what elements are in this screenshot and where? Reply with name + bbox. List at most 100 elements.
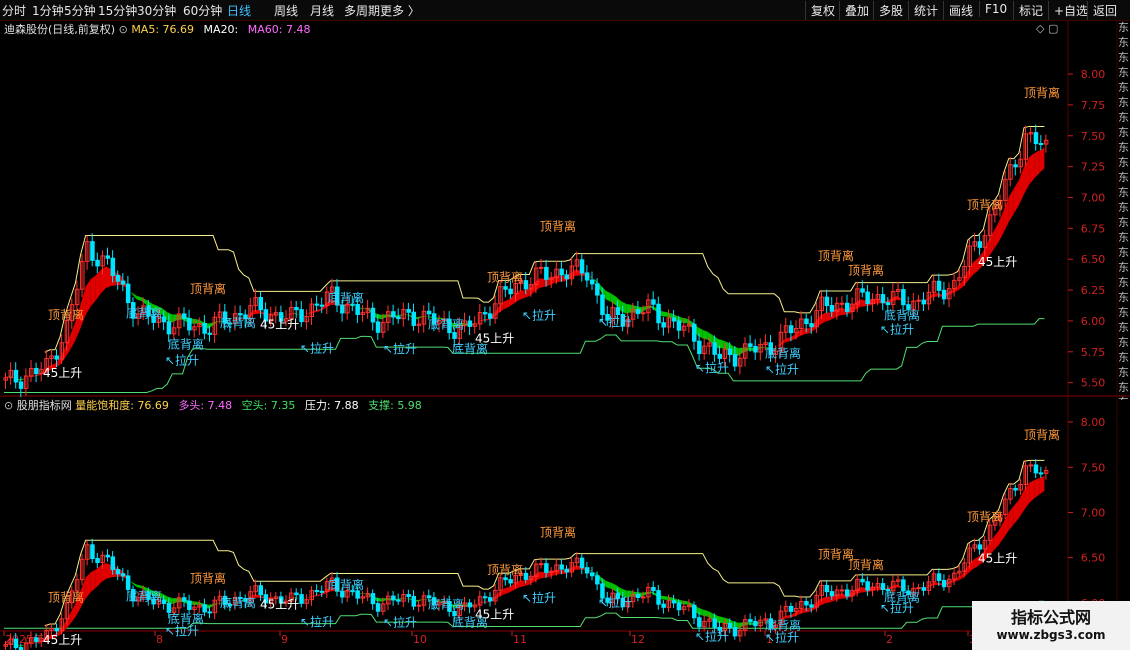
indicator-candle-body xyxy=(105,554,110,558)
main-trend-band xyxy=(304,312,310,316)
main-trend-band xyxy=(779,339,785,346)
indicator-trend-band xyxy=(381,598,387,602)
main-candle-body xyxy=(503,286,508,290)
indicator-trend-band xyxy=(570,565,576,573)
main-trend-band xyxy=(758,346,764,350)
main-trend-band xyxy=(651,305,657,312)
indicator-top-divergence-label: 顶背离 xyxy=(1024,427,1060,442)
indicator-candle-body xyxy=(370,593,376,605)
indicator-trend-band xyxy=(478,601,484,604)
indicator-trend-band xyxy=(738,622,744,629)
main-trend-band xyxy=(406,314,412,318)
indicator-candle-body xyxy=(829,591,835,597)
indicator-candle-body xyxy=(753,621,758,627)
main-candle-body xyxy=(671,317,677,322)
main-trend-band xyxy=(993,222,999,250)
main-trend-band xyxy=(85,279,91,315)
main-trend-band xyxy=(100,266,106,294)
indicator-trend-band xyxy=(707,610,713,620)
indicator-candle-body xyxy=(115,569,121,575)
indicator-rise45-label: 45上升 xyxy=(260,597,299,611)
kline-chart[interactable]: 8.00 7.75 7.50 7.25 7.00 6.75 6.50 6.25 6.00 5.75… xyxy=(0,0,1130,650)
main-candle-body xyxy=(238,313,243,316)
main-candle-body xyxy=(202,323,207,334)
main-candle-body xyxy=(319,304,325,307)
main-candle-body xyxy=(544,266,549,280)
date-label: 9 xyxy=(281,633,288,646)
indicator-trend-band xyxy=(100,562,106,583)
main-candle-body xyxy=(901,289,906,306)
indicator-trend-band xyxy=(758,621,764,624)
indicator-trend-band xyxy=(891,584,897,589)
indicator-candle-body xyxy=(916,587,921,590)
main-trend-band xyxy=(259,309,265,315)
main-trend-band xyxy=(19,378,25,381)
main-candle-body xyxy=(641,312,646,315)
main-candle-body xyxy=(829,305,835,312)
main-trend-band xyxy=(559,275,565,282)
main-rise45-label: 45上升 xyxy=(43,366,82,380)
main-bottom-divergence-label: 底背离 xyxy=(328,290,364,305)
main-candle-body xyxy=(1038,143,1044,146)
side-info-column: 东东东东东东东东东东东东东东东东东东东东东东东东东东东东东东东东东东东东东东东东… xyxy=(1118,21,1129,400)
main-top-divergence-label: 顶背离 xyxy=(818,248,854,263)
indicator-candle-body xyxy=(788,605,794,612)
indicator-bottom-divergence-label: 底背离 xyxy=(220,595,256,610)
main-top-divergence-label: 顶背离 xyxy=(1024,85,1060,100)
indicator-trend-band xyxy=(361,593,367,594)
indicator-trend-band xyxy=(192,601,198,605)
main-candle-body xyxy=(732,354,738,367)
indicator-candle-body xyxy=(539,563,544,566)
indicator-candle-body xyxy=(544,563,549,573)
indicator-trend-band xyxy=(718,616,724,623)
date-label: 2 xyxy=(886,633,893,646)
indicator-rise45-label: 45上升 xyxy=(978,552,1017,566)
main-trend-band xyxy=(90,275,96,307)
main-candle-body xyxy=(258,297,263,311)
main-trend-band xyxy=(605,290,611,302)
indicator-candle-body xyxy=(732,627,738,637)
indicator-trend-band xyxy=(860,587,866,593)
indicator-candle-body xyxy=(120,573,126,577)
watermark-url: www.zbgs3.com xyxy=(996,628,1106,642)
indicator-trend-band xyxy=(840,593,846,599)
indicator-bottom-divergence-label: 底背离 xyxy=(328,577,364,592)
indicator-candle-body xyxy=(651,586,656,592)
indicator-candle-body xyxy=(656,590,661,605)
indicator-trend-band xyxy=(376,597,382,602)
main-candle-body xyxy=(753,345,758,353)
main-rise45-label: 45上升 xyxy=(978,255,1017,269)
main-bottom-divergence-label: 底背离 xyxy=(884,307,920,322)
main-trend-band xyxy=(835,307,841,318)
indicator-pull-up-label: ↖拉升 xyxy=(383,615,417,630)
indicator-candle-body xyxy=(488,597,493,602)
main-pull-up-label: ↖拉升 xyxy=(522,308,556,323)
indicator-trend-band xyxy=(1029,480,1035,504)
indicator-trend-band xyxy=(932,582,938,586)
indicator-top-divergence-label: 顶背离 xyxy=(48,589,84,604)
main-trend-band xyxy=(682,317,688,324)
main-top-divergence-label: 顶背离 xyxy=(967,197,1003,212)
main-trend-band xyxy=(70,321,76,350)
indicator-trend-band xyxy=(559,569,565,575)
main-candle-body xyxy=(207,332,212,335)
main-trend-band xyxy=(478,319,484,322)
indicator-candle-body xyxy=(845,589,850,597)
main-trend-band xyxy=(315,308,321,313)
main-trend-band xyxy=(896,295,902,301)
indicator-trend-band xyxy=(493,592,499,601)
indicator-trend-band xyxy=(519,580,525,588)
indicator-candle-body xyxy=(692,604,697,619)
indicator-top-divergence-label: 顶背离 xyxy=(190,570,226,585)
indicator-candle-body xyxy=(1028,464,1034,467)
main-trend-band xyxy=(707,331,713,344)
indicator-candle-body xyxy=(860,578,865,583)
indicator-trend-band xyxy=(524,579,530,587)
indicator-trend-band xyxy=(743,622,749,626)
main-bottom-divergence-label: 底背离 xyxy=(765,346,801,361)
indicator-candle-body xyxy=(355,590,360,599)
main-candle-body xyxy=(977,241,983,248)
main-trend-band xyxy=(177,314,183,321)
main-candle-body xyxy=(788,325,794,334)
main-candle-body xyxy=(697,340,702,354)
